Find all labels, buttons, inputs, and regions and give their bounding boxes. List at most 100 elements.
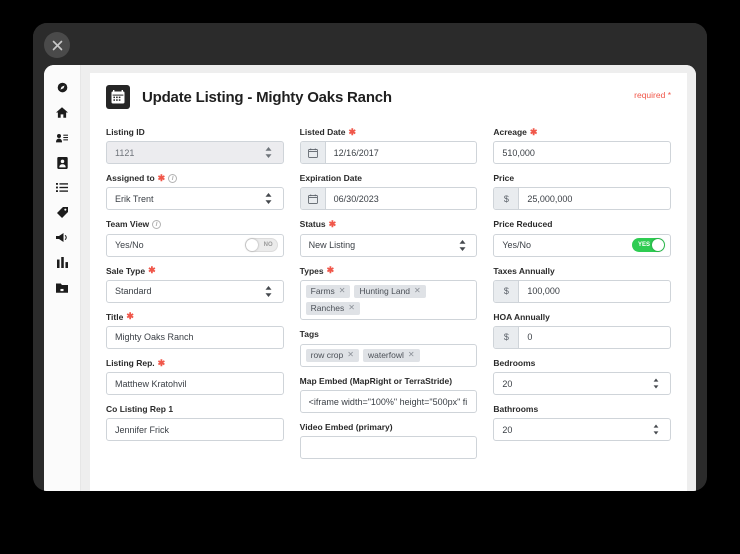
taxes-annually-value: 100,000	[527, 286, 560, 297]
field-label: Title ✱	[106, 312, 284, 322]
remove-token-icon[interactable]: ✕	[414, 286, 421, 296]
sidebar-item-reports[interactable]	[44, 250, 80, 275]
bar-chart-icon	[56, 257, 68, 268]
hoa-annually-input[interactable]: $ 0	[493, 325, 672, 349]
dollar-icon: $	[494, 326, 520, 348]
remove-token-icon[interactable]: ✕	[339, 286, 346, 296]
price-reduced-toggle-row[interactable]: Yes/No YES	[493, 233, 672, 257]
sidebar-item-listings[interactable]	[44, 150, 80, 175]
form-card: Update Listing - Mighty Oaks Ranch requi…	[90, 73, 687, 491]
stepper-updown-icon[interactable]	[648, 424, 670, 435]
field-label: Listed Date ✱	[300, 127, 478, 137]
icon-sidebar	[44, 65, 81, 491]
required-star-icon: ✱	[157, 357, 166, 368]
form-columns: Listing ID 1121 Assigned to ✱ i Erik Tre…	[106, 127, 672, 468]
status-value: New Listing	[308, 240, 356, 251]
title-value: Mighty Oaks Ranch	[115, 332, 194, 343]
sidebar-item-dashboard[interactable]	[44, 75, 80, 100]
required-star-icon: ✱	[328, 218, 337, 229]
price-value: 25,000,000	[527, 193, 573, 204]
map-embed-value: <iframe width="100%" height="500px" fi	[308, 396, 468, 407]
label-text: Price Reduced	[493, 219, 553, 230]
form-column-middle: Listed Date ✱ 12/16/2017 Expiration Date…	[299, 127, 478, 468]
calendar-icon	[106, 85, 130, 109]
label-text: Bedrooms	[493, 357, 536, 368]
bathrooms-stepper[interactable]: 20	[493, 418, 672, 442]
form-header: Update Listing - Mighty Oaks Ranch requi…	[106, 85, 671, 109]
id-card-icon	[56, 156, 68, 169]
calendar-icon[interactable]	[300, 142, 326, 164]
sidebar-item-contacts[interactable]	[44, 125, 80, 150]
price-reduced-toggle[interactable]: YES	[632, 238, 666, 253]
listing-rep-value: Matthew Kratohvil	[115, 378, 187, 389]
stepper-updown-icon[interactable]	[648, 378, 670, 389]
label-text: Assigned to	[106, 173, 155, 184]
required-star-icon: ✱	[157, 172, 166, 183]
expiration-date-input[interactable]: 06/30/2023	[299, 187, 478, 211]
required-star-icon: ✱	[529, 126, 538, 137]
sidebar-item-tags[interactable]	[44, 200, 80, 225]
team-view-toggle-row[interactable]: Yes/No NO	[106, 233, 284, 257]
status-select[interactable]: New Listing	[299, 233, 478, 257]
sale-type-select[interactable]: Standard	[106, 279, 284, 303]
listing-id-select[interactable]: 1121	[106, 141, 284, 165]
chevron-updown-icon	[261, 147, 283, 159]
token-label: Farms	[310, 285, 335, 296]
label-text: Sale Type	[106, 265, 146, 276]
info-icon[interactable]: i	[152, 219, 162, 229]
map-embed-input[interactable]: <iframe width="100%" height="500px" fi	[299, 390, 478, 414]
field-label: Tags	[300, 329, 478, 339]
remove-token-icon[interactable]: ✕	[348, 304, 355, 313]
sidebar-item-files[interactable]	[44, 275, 80, 300]
sidebar-item-marketing[interactable]	[44, 225, 80, 250]
video-embed-input[interactable]	[299, 436, 478, 460]
field-label: Acreage ✱	[493, 127, 671, 137]
dollar-icon: $	[494, 280, 520, 302]
price-input[interactable]: $ 25,000,000	[493, 187, 672, 211]
field-bedrooms: Bedrooms 20	[493, 357, 672, 396]
label-text: Listing Rep.	[106, 357, 155, 368]
content-scroll-area[interactable]: Update Listing - Mighty Oaks Ranch requi…	[81, 65, 696, 491]
token-item[interactable]: Hunting Land ✕	[354, 284, 426, 299]
info-icon[interactable]: i	[168, 173, 178, 183]
types-token-input[interactable]: Farms ✕ Hunting Land ✕ Ranches ✕	[299, 279, 478, 321]
chevron-updown-icon	[261, 193, 283, 205]
listed-date-value: 12/16/2017	[333, 147, 379, 158]
sidebar-item-home[interactable]	[44, 100, 80, 125]
field-listed-date: Listed Date ✱ 12/16/2017	[299, 127, 478, 165]
required-star-icon: ✱	[348, 126, 357, 137]
assigned-to-select[interactable]: Erik Trent	[106, 187, 284, 211]
title-input[interactable]: Mighty Oaks Ranch	[106, 325, 284, 349]
field-listing-rep: Listing Rep. ✱ Matthew Kratohvil	[106, 357, 284, 396]
remove-token-icon[interactable]: ✕	[347, 350, 354, 360]
folder-icon	[56, 282, 68, 293]
taxes-annually-input[interactable]: $ 100,000	[493, 279, 672, 303]
team-view-toggle[interactable]: NO	[244, 238, 278, 253]
sidebar-item-tasks[interactable]	[44, 175, 80, 200]
token-item[interactable]: Ranches ✕	[305, 302, 360, 316]
close-icon[interactable]	[44, 32, 70, 58]
field-types: Types ✱ Farms ✕ Hunting Land ✕ Ranches ✕	[299, 266, 478, 321]
remove-token-icon[interactable]: ✕	[408, 350, 415, 360]
team-view-placeholder: Yes/No	[115, 240, 144, 251]
listing-rep-input[interactable]: Matthew Kratohvil	[106, 372, 284, 396]
token-item[interactable]: waterfowl ✕	[362, 348, 420, 362]
field-taxes-annually: Taxes Annually $ 100,000	[493, 265, 672, 303]
toggle-knob	[245, 239, 258, 252]
co-listing-rep-1-input[interactable]: Jennifer Frick	[106, 418, 284, 442]
token-item[interactable]: Farms ✕	[305, 284, 351, 299]
field-listing-id: Listing ID 1121	[106, 127, 284, 165]
bedrooms-value: 20	[502, 378, 513, 389]
token-item[interactable]: row crop ✕	[305, 348, 359, 362]
calendar-icon[interactable]	[300, 188, 326, 210]
tags-token-input[interactable]: row crop ✕ waterfowl ✕	[299, 343, 478, 367]
bedrooms-stepper[interactable]: 20	[493, 372, 672, 396]
token-label: waterfowl	[367, 349, 404, 360]
label-text: Co Listing Rep 1	[106, 404, 174, 415]
label-text: Taxes Annually	[493, 265, 555, 276]
acreage-input[interactable]: 510,000	[493, 141, 672, 165]
field-label: Sale Type ✱	[106, 266, 284, 276]
listed-date-input[interactable]: 12/16/2017	[299, 141, 478, 165]
field-label: Co Listing Rep 1	[106, 404, 284, 414]
field-label: Price	[493, 173, 671, 183]
